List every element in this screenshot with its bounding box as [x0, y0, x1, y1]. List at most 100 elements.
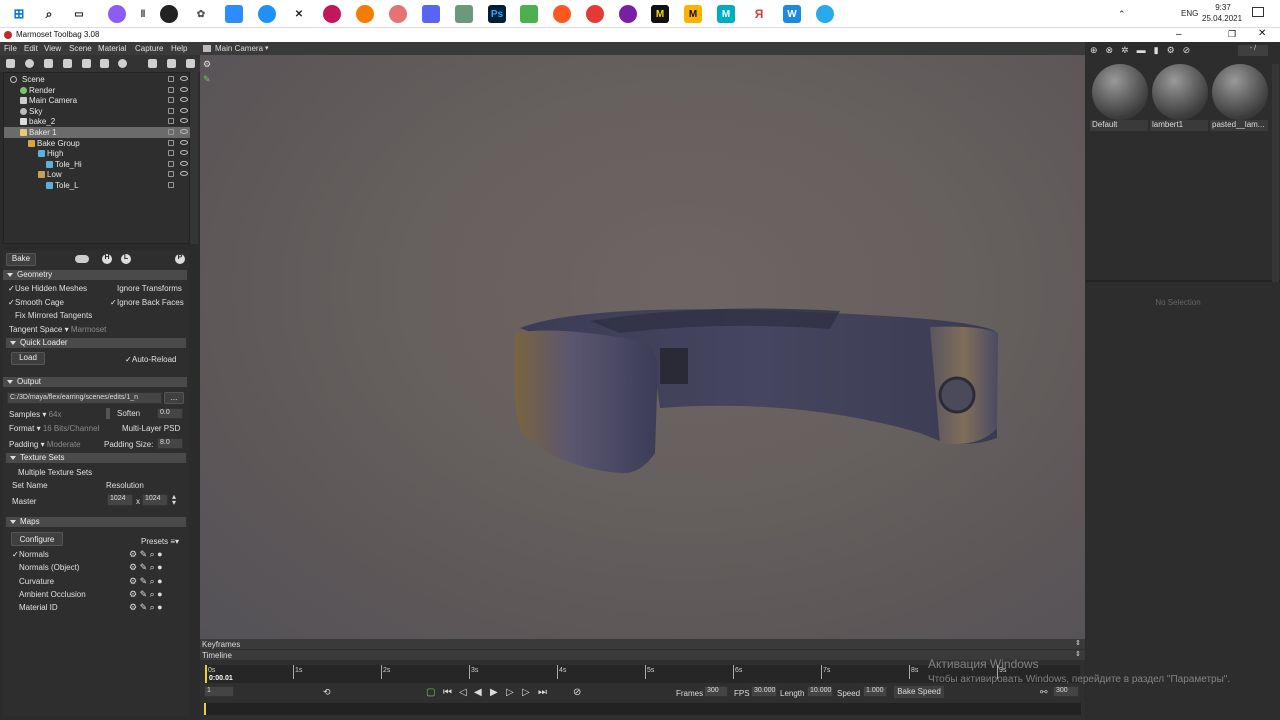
smooth-cage-checkbox[interactable]: ✓Smooth Cage	[8, 298, 64, 307]
add-light-icon[interactable]	[25, 59, 34, 68]
length-field[interactable]: 10.000	[807, 686, 833, 697]
tree-item-bake-2[interactable]: bake_2	[4, 116, 190, 127]
camera-dropdown[interactable]: Main Camera	[215, 44, 263, 53]
resolution-stepper-icon[interactable]: ▴ ▾	[172, 493, 176, 507]
app-icon-10[interactable]	[520, 5, 538, 23]
app-icon-3[interactable]	[160, 5, 178, 23]
blender-icon[interactable]	[356, 5, 374, 23]
menu-capture[interactable]: Capture	[135, 44, 163, 53]
menu-help[interactable]: Help	[171, 44, 187, 53]
next-frame-icon[interactable]: ▷	[506, 687, 514, 698]
map-ambient-occlusion[interactable]: Ambient Occlusion	[12, 590, 86, 599]
record-icon[interactable]: ▢	[426, 687, 435, 698]
lock-icon[interactable]	[168, 161, 174, 167]
multiple-sets-checkbox[interactable]: Multiple Texture Sets	[11, 468, 92, 477]
lock-icon[interactable]	[168, 97, 174, 103]
viewport-settings-icon[interactable]: ⚙	[203, 59, 211, 70]
range-start-handle[interactable]	[204, 703, 206, 715]
material-scrollbar[interactable]	[1272, 64, 1279, 282]
add-camera-icon[interactable]	[44, 59, 53, 68]
output-section[interactable]: Output	[3, 377, 187, 387]
format-dropdown[interactable]: Format ▾ 16 Bits/Channel	[9, 424, 99, 433]
eye-icon[interactable]	[180, 171, 188, 176]
output-path-field[interactable]: C:/3D/maya/flex/earring/scenes/edits/1_n	[7, 392, 162, 404]
prev-frame-icon[interactable]: ◀	[474, 687, 482, 698]
loop-icon[interactable]: ⟲	[323, 687, 331, 698]
configure-button[interactable]: Configure	[11, 532, 63, 546]
maps-section[interactable]: Maps	[6, 517, 186, 527]
notification-icon[interactable]	[1252, 7, 1264, 17]
discord-icon[interactable]	[422, 5, 440, 23]
preview-badge[interactable]: P	[175, 254, 185, 264]
tree-item-tole-l[interactable]: Tole_L	[4, 180, 190, 191]
lock-icon[interactable]	[168, 171, 174, 177]
zoom-icon[interactable]	[225, 5, 243, 23]
word-icon[interactable]: W	[783, 5, 801, 23]
soften-slider-handle[interactable]	[106, 408, 110, 419]
skip-end-icon[interactable]: ⏭	[538, 687, 547, 698]
material-preview-pasted[interactable]	[1212, 64, 1268, 120]
speed-field[interactable]: 1.000	[863, 686, 887, 697]
material-toolbar-icons[interactable]: ⊕⊗✲▬▮⚙⊘	[1090, 45, 1250, 57]
lock-icon[interactable]	[168, 129, 174, 135]
app-icon-4[interactable]: ✿	[192, 5, 210, 23]
current-frame-field[interactable]: 1	[204, 686, 234, 697]
geometry-section[interactable]: Geometry	[3, 270, 187, 280]
expand-icon[interactable]: ⇕	[1075, 639, 1081, 647]
app-icon-2[interactable]: ‖	[134, 5, 152, 23]
presets-dropdown[interactable]: Presets ≡▾	[141, 537, 179, 546]
ignore-transforms-checkbox[interactable]: Ignore Transforms	[110, 284, 182, 293]
playhead[interactable]	[205, 665, 207, 683]
browse-button[interactable]: ...	[164, 392, 184, 404]
use-hidden-checkbox[interactable]: ✓Use Hidden Meshes	[8, 284, 87, 293]
marmoset-icon-1[interactable]: M	[651, 5, 669, 23]
app-icon-12[interactable]	[586, 5, 604, 23]
eye-icon[interactable]	[180, 150, 188, 155]
lock-icon[interactable]	[168, 140, 174, 146]
add-sky-icon[interactable]	[118, 59, 127, 68]
samples-dropdown[interactable]: Samples ▾ 64x	[9, 410, 62, 419]
map-normals[interactable]: ✓Normals	[12, 550, 49, 559]
keyframes-bar[interactable]: Keyframes ⇕	[200, 639, 1085, 649]
high-badge[interactable]: H	[102, 254, 112, 264]
lock-icon[interactable]	[168, 118, 174, 124]
material-label[interactable]: Default	[1090, 120, 1148, 131]
menu-material[interactable]: Material	[98, 44, 126, 53]
padding-dropdown[interactable]: Padding ▾ Moderate	[9, 440, 81, 449]
marmoset-icon-2[interactable]: M	[684, 5, 702, 23]
tree-item-low[interactable]: Low	[4, 169, 190, 180]
resolution-width-field[interactable]: 1024	[107, 494, 133, 506]
app-icon-14[interactable]: M	[717, 5, 735, 23]
texture-sets-section[interactable]: Texture Sets	[6, 453, 186, 463]
material-preview-lambert1[interactable]	[1152, 64, 1208, 120]
fix-mirrored-checkbox[interactable]: Fix Mirrored Tangents	[8, 311, 92, 320]
menu-scene[interactable]: Scene	[69, 44, 92, 53]
menu-view[interactable]: View	[44, 44, 61, 53]
eye-icon[interactable]	[180, 97, 188, 102]
viewport-gizmo-icon[interactable]: ✎	[203, 74, 211, 85]
lock-icon[interactable]	[168, 76, 174, 82]
ignore-back-checkbox[interactable]: ✓Ignore Back Faces	[110, 298, 184, 307]
map-normals-object[interactable]: Normals (Object)	[12, 563, 79, 572]
task-view-icon[interactable]: ▭	[70, 5, 88, 23]
bake-toggle-icon[interactable]	[75, 255, 89, 263]
eye-icon[interactable]	[180, 76, 188, 81]
add-group-icon[interactable]	[82, 59, 91, 68]
yandex-icon[interactable]: Я	[750, 5, 768, 23]
lock-icon[interactable]	[168, 150, 174, 156]
tray-arrow-icon[interactable]: ⌃	[1118, 9, 1126, 20]
lock-icon[interactable]	[168, 108, 174, 114]
add-mesh-icon[interactable]	[6, 59, 15, 68]
menu-file[interactable]: File	[4, 44, 17, 53]
bake-tab[interactable]: Bake	[6, 253, 36, 266]
auto-reload-checkbox[interactable]: ✓Auto-Reload	[125, 355, 176, 364]
eye-icon[interactable]	[180, 129, 188, 134]
end-frame-field[interactable]: 300	[1053, 686, 1079, 697]
quick-loader-section[interactable]: Quick Loader	[6, 338, 186, 348]
frames-field[interactable]: 300	[704, 686, 728, 697]
restore-button[interactable]: ❐	[1228, 29, 1236, 40]
material-label[interactable]: pasted__lam...	[1210, 120, 1268, 131]
eye-icon[interactable]	[180, 108, 188, 113]
minimize-button[interactable]: –	[1176, 29, 1182, 40]
lock-icon[interactable]	[168, 87, 174, 93]
